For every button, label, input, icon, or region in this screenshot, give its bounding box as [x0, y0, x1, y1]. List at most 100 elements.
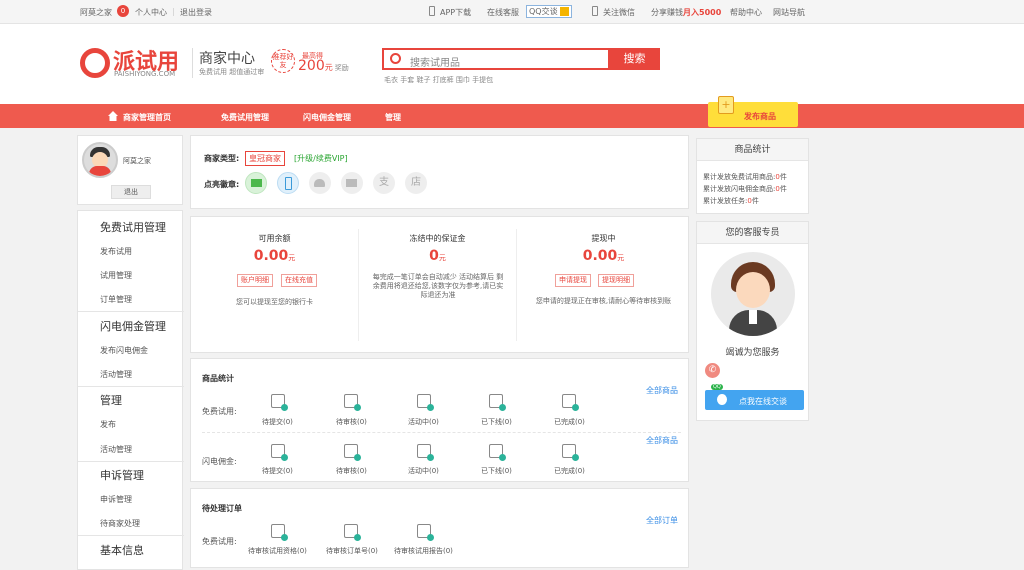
search-icon	[390, 53, 401, 64]
sidebar-item-publish-trial[interactable]: 发布试用	[78, 246, 132, 257]
all-orders-link[interactable]: 全部订单	[646, 515, 678, 526]
stat-offline[interactable]: 已下线(0)	[481, 466, 512, 476]
stat-pending-submit[interactable]: 待提交(0)	[262, 466, 293, 476]
alipay-badge-icon[interactable]: 支	[373, 172, 395, 194]
pending-order-number[interactable]: 待审核订单号(0)	[326, 546, 378, 556]
stat-pending-review[interactable]: 待审核(0)	[336, 417, 367, 427]
sidebar-item-publish-flash[interactable]: 发布闪电佣金	[78, 345, 148, 356]
sidebar-item-flash-activity[interactable]: 活动管理	[78, 369, 132, 380]
sidebar-logout-button[interactable]: 退出	[111, 185, 151, 199]
stat-completed[interactable]: 已完成(0)	[554, 417, 585, 427]
recommend-friend-badge[interactable]: 推荐好友	[271, 49, 295, 73]
sidebar-item-trial-manage[interactable]: 试用管理	[78, 270, 132, 281]
sidebar-section-manage[interactable]: 管理	[78, 392, 184, 408]
sidebar-item-publish[interactable]: 发布	[78, 419, 116, 430]
pending-orders-panel: 待处理订单 全部订单 免费试用: 待审核试用资格(0) 待审核订单号(0) 待审…	[190, 488, 689, 568]
reward-amount: 200元 奖励	[298, 58, 349, 74]
phone-icon	[429, 6, 435, 16]
sidebar-item-activity[interactable]: 活动管理	[78, 444, 132, 455]
upgrade-vip-link[interactable]: [升级/续费VIP]	[294, 153, 348, 164]
sidebar-menu: 免费试用管理 发布试用 试用管理 订单管理 闪电佣金管理 发布闪电佣金 活动管理…	[77, 210, 184, 570]
stat-line-tasks: 累计发放任务:0件	[703, 197, 759, 205]
publish-goods-button[interactable]: + 发布商品	[708, 96, 798, 127]
available-balance-title: 可用余额	[258, 234, 291, 243]
pending-trial-report[interactable]: 待审核试用报告(0)	[394, 546, 453, 556]
nav-free-trial[interactable]: 免费试用管理	[221, 112, 269, 123]
online-recharge-button[interactable]: 在线充值	[281, 274, 317, 287]
service-title: 您的客服专员	[697, 222, 808, 244]
search-button[interactable]: 搜索	[609, 48, 660, 70]
sidebar-item-pending[interactable]: 待商家处理	[78, 518, 140, 529]
user-badge-icon[interactable]	[309, 172, 331, 194]
avatar[interactable]	[82, 142, 118, 178]
share-earn-link[interactable]: 分享赚钱月入5000	[651, 7, 721, 18]
search-input[interactable]: 搜索试用品	[382, 48, 610, 70]
stat-offline[interactable]: 已下线(0)	[481, 417, 512, 427]
customer-service-panel: 您的客服专员 竭诚为您服务 ✆ QQ 点我在线交谈	[696, 221, 809, 421]
stat-in-activity[interactable]: 活动中(0)	[408, 466, 439, 476]
personal-center-link[interactable]: 个人中心	[135, 7, 167, 18]
qq-chat-button[interactable]: QQ交谈	[526, 5, 572, 18]
bag-icon	[489, 444, 506, 461]
phone-call-icon[interactable]: ✆	[705, 363, 720, 378]
stat-line-free-trial: 累计发放免费试用商品:0件	[703, 173, 787, 181]
site-name-link[interactable]: 阿莫之家	[80, 7, 112, 18]
right-stats-title: 商品统计	[697, 139, 808, 161]
mobile-icon	[592, 6, 598, 16]
document-icon	[344, 524, 361, 541]
withdraw-detail-button[interactable]: 提现明细	[598, 274, 634, 287]
shop-badge-icon[interactable]: 店	[405, 172, 427, 194]
free-trial-row-label: 免费试用:	[202, 407, 237, 416]
nav-flash-commission[interactable]: 闪电佣金管理	[303, 112, 351, 123]
user-card: 阿莫之家 退出	[77, 135, 183, 205]
wechat-link[interactable]: 关注微信	[603, 7, 635, 18]
hot-search-keywords[interactable]: 毛衣 手套 鞋子 打底裤 围巾 手提包	[384, 75, 493, 85]
nav-manage[interactable]: 管理	[385, 112, 401, 123]
account-detail-button[interactable]: 账户明细	[237, 274, 273, 287]
mobile-badge-icon[interactable]	[277, 172, 299, 194]
logo-icon[interactable]	[80, 48, 110, 78]
online-service-label: 在线客服	[487, 8, 519, 17]
frozen-deposit-note: 每完成一笔订单会自动减少 活动结算后 剩余费用将退还给您,该数字仅为参考,请已实…	[372, 273, 504, 299]
merchant-info-panel: 商家类型: 皇冠商家 [升级/续费VIP] 点亮徽章: 支 店	[190, 135, 689, 209]
bag-icon	[271, 394, 288, 411]
qq-penguin-icon	[717, 394, 727, 405]
flash-row-label: 闪电佣金:	[202, 457, 237, 466]
bag-icon	[344, 444, 361, 461]
header: 派试用 PAISHIYONG.COM 商家中心 免费试用 超值通过审 推荐好友 …	[0, 24, 1024, 104]
bag-icon	[562, 394, 579, 411]
message-count-badge[interactable]: 0	[117, 5, 129, 17]
chat-online-button[interactable]: QQ 点我在线交谈	[705, 384, 804, 410]
app-download-link[interactable]: APP下载	[440, 7, 471, 18]
stat-pending-submit[interactable]: 待提交(0)	[262, 417, 293, 427]
document-icon	[271, 524, 288, 541]
orders-row-label: 免费试用:	[202, 537, 237, 546]
sidebar-item-order-manage[interactable]: 订单管理	[78, 294, 132, 305]
help-center-link[interactable]: 帮助中心	[730, 7, 762, 18]
logo-domain: PAISHIYONG.COM	[114, 70, 176, 78]
card-badge-icon[interactable]	[341, 172, 363, 194]
stat-completed[interactable]: 已完成(0)	[554, 466, 585, 476]
main-nav: 商家管理首页 免费试用管理 闪电佣金管理 管理	[0, 104, 1024, 128]
logout-link[interactable]: 退出登录	[180, 7, 212, 18]
sidebar-item-appeal-manage[interactable]: 申诉管理	[78, 494, 132, 505]
site-nav-link[interactable]: 网站导航	[773, 7, 805, 18]
sidebar-section-appeal[interactable]: 申诉管理	[78, 467, 184, 483]
apply-withdraw-button[interactable]: 申请提现	[555, 274, 591, 287]
sidebar-section-free-trial[interactable]: 免费试用管理	[78, 219, 184, 235]
sidebar-section-flash[interactable]: 闪电佣金管理	[78, 318, 184, 334]
merchant-center-subtitle: 免费试用 超值通过审	[199, 68, 265, 76]
nav-merchant-home[interactable]: 商家管理首页	[123, 112, 171, 123]
bag-icon	[417, 394, 434, 411]
bag-icon	[417, 444, 434, 461]
goods-stats-panel: 商品统计 全部商品 免费试用: 待提交(0) 待审核(0) 活动中(0) 已下线…	[190, 358, 689, 482]
all-goods-link-1[interactable]: 全部商品	[646, 385, 678, 396]
stat-in-activity[interactable]: 活动中(0)	[408, 417, 439, 427]
frozen-deposit-amount: 0元	[429, 248, 446, 264]
pending-trial-qualification[interactable]: 待审核试用资格(0)	[248, 546, 307, 556]
all-goods-link-2[interactable]: 全部商品	[646, 435, 678, 446]
sidebar-section-basic-info[interactable]: 基本信息	[78, 542, 184, 558]
email-badge-icon[interactable]	[245, 172, 267, 194]
bag-icon	[489, 394, 506, 411]
stat-pending-review[interactable]: 待审核(0)	[336, 466, 367, 476]
